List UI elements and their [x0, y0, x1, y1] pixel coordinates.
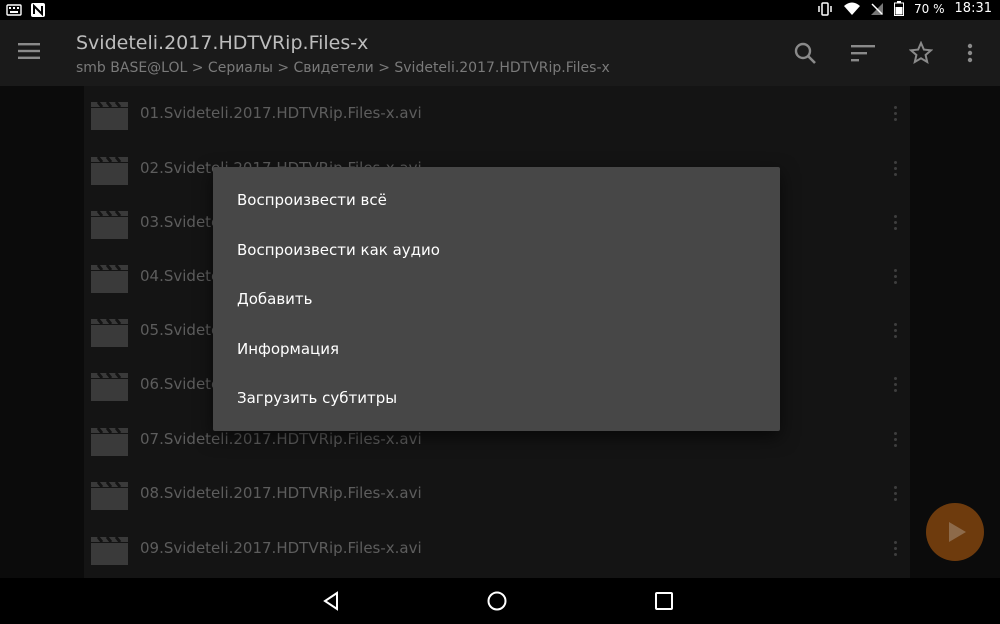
app-toolbar: Svideteli.2017.HDTVRip.Files-x smb BASE@…: [0, 20, 1000, 86]
row-more-icon[interactable]: [894, 377, 898, 393]
recents-icon[interactable]: [653, 590, 675, 612]
no-signal-icon: [871, 2, 884, 15]
file-name: 01.Svideteli.2017.HDTVRip.Files-x.avi: [140, 104, 422, 122]
file-row[interactable]: 01.Svideteli.2017.HDTVRip.Files-x.avi: [84, 87, 910, 141]
row-more-icon[interactable]: [894, 106, 898, 122]
video-file-icon: [91, 318, 128, 347]
file-name: 08.Svideteli.2017.HDTVRip.Files-x.avi: [140, 484, 422, 502]
row-more-icon[interactable]: [894, 161, 898, 177]
keyboard-icon: [6, 4, 22, 16]
sort-icon: [851, 45, 875, 62]
row-more-icon[interactable]: [894, 215, 898, 231]
breadcrumb[interactable]: smb BASE@LOL > Сериалы > Свидетели > Svi…: [76, 60, 610, 76]
row-more-icon[interactable]: [894, 432, 898, 448]
hamburger-menu-icon[interactable]: [18, 42, 40, 60]
clock: 18:31: [954, 1, 992, 16]
wifi-icon: [844, 2, 861, 15]
sort-button[interactable]: [850, 40, 876, 66]
video-file-icon: [91, 427, 128, 456]
favorite-button[interactable]: [908, 40, 934, 66]
search-icon: [794, 42, 816, 64]
video-file-icon: [91, 156, 128, 185]
search-button[interactable]: [792, 40, 818, 66]
status-bar: 70 % 18:31: [0, 0, 1000, 20]
row-more-icon[interactable]: [894, 323, 898, 339]
video-file-icon: [91, 536, 128, 565]
overflow-menu-button[interactable]: [957, 40, 983, 66]
menu-item-load-subtitles[interactable]: Загрузить субтитры: [237, 389, 397, 407]
context-menu: Воспроизвести всё Воспроизвести как ауди…: [213, 167, 780, 431]
video-file-icon: [91, 264, 128, 293]
file-name: 09.Svideteli.2017.HDTVRip.Files-x.avi: [140, 539, 422, 557]
file-row[interactable]: 09.Svideteli.2017.HDTVRip.Files-x.avi: [84, 522, 910, 576]
play-all-fab[interactable]: [926, 503, 984, 561]
video-file-icon: [91, 481, 128, 510]
video-file-icon: [91, 210, 128, 239]
menu-item-play-all[interactable]: Воспроизвести всё: [237, 191, 387, 209]
back-icon[interactable]: [320, 590, 342, 612]
menu-item-add[interactable]: Добавить: [237, 290, 313, 308]
video-file-icon: [91, 372, 128, 401]
menu-item-info[interactable]: Информация: [237, 340, 339, 358]
menu-item-play-as-audio[interactable]: Воспроизвести как аудио: [237, 241, 440, 259]
row-more-icon[interactable]: [894, 541, 898, 557]
file-name: 07.Svideteli.2017.HDTVRip.Files-x.avi: [140, 430, 422, 448]
n-notification-icon: [31, 3, 45, 17]
page-title: Svideteli.2017.HDTVRip.Files-x: [76, 32, 369, 54]
row-more-icon[interactable]: [894, 269, 898, 285]
file-row[interactable]: 08.Svideteli.2017.HDTVRip.Files-x.avi: [84, 467, 910, 521]
more-vert-icon: [967, 43, 973, 63]
battery-icon: [894, 1, 905, 16]
home-icon[interactable]: [486, 590, 508, 612]
video-file-icon: [91, 101, 128, 130]
status-system: 70 % 18:31: [816, 1, 992, 16]
system-nav-bar: [0, 578, 1000, 624]
status-notifications: [6, 2, 46, 18]
row-more-icon[interactable]: [894, 486, 898, 502]
star-outline-icon: [909, 41, 933, 65]
play-icon: [949, 522, 966, 542]
vibrate-icon: [818, 1, 832, 16]
battery-percent: 70 %: [914, 1, 945, 16]
